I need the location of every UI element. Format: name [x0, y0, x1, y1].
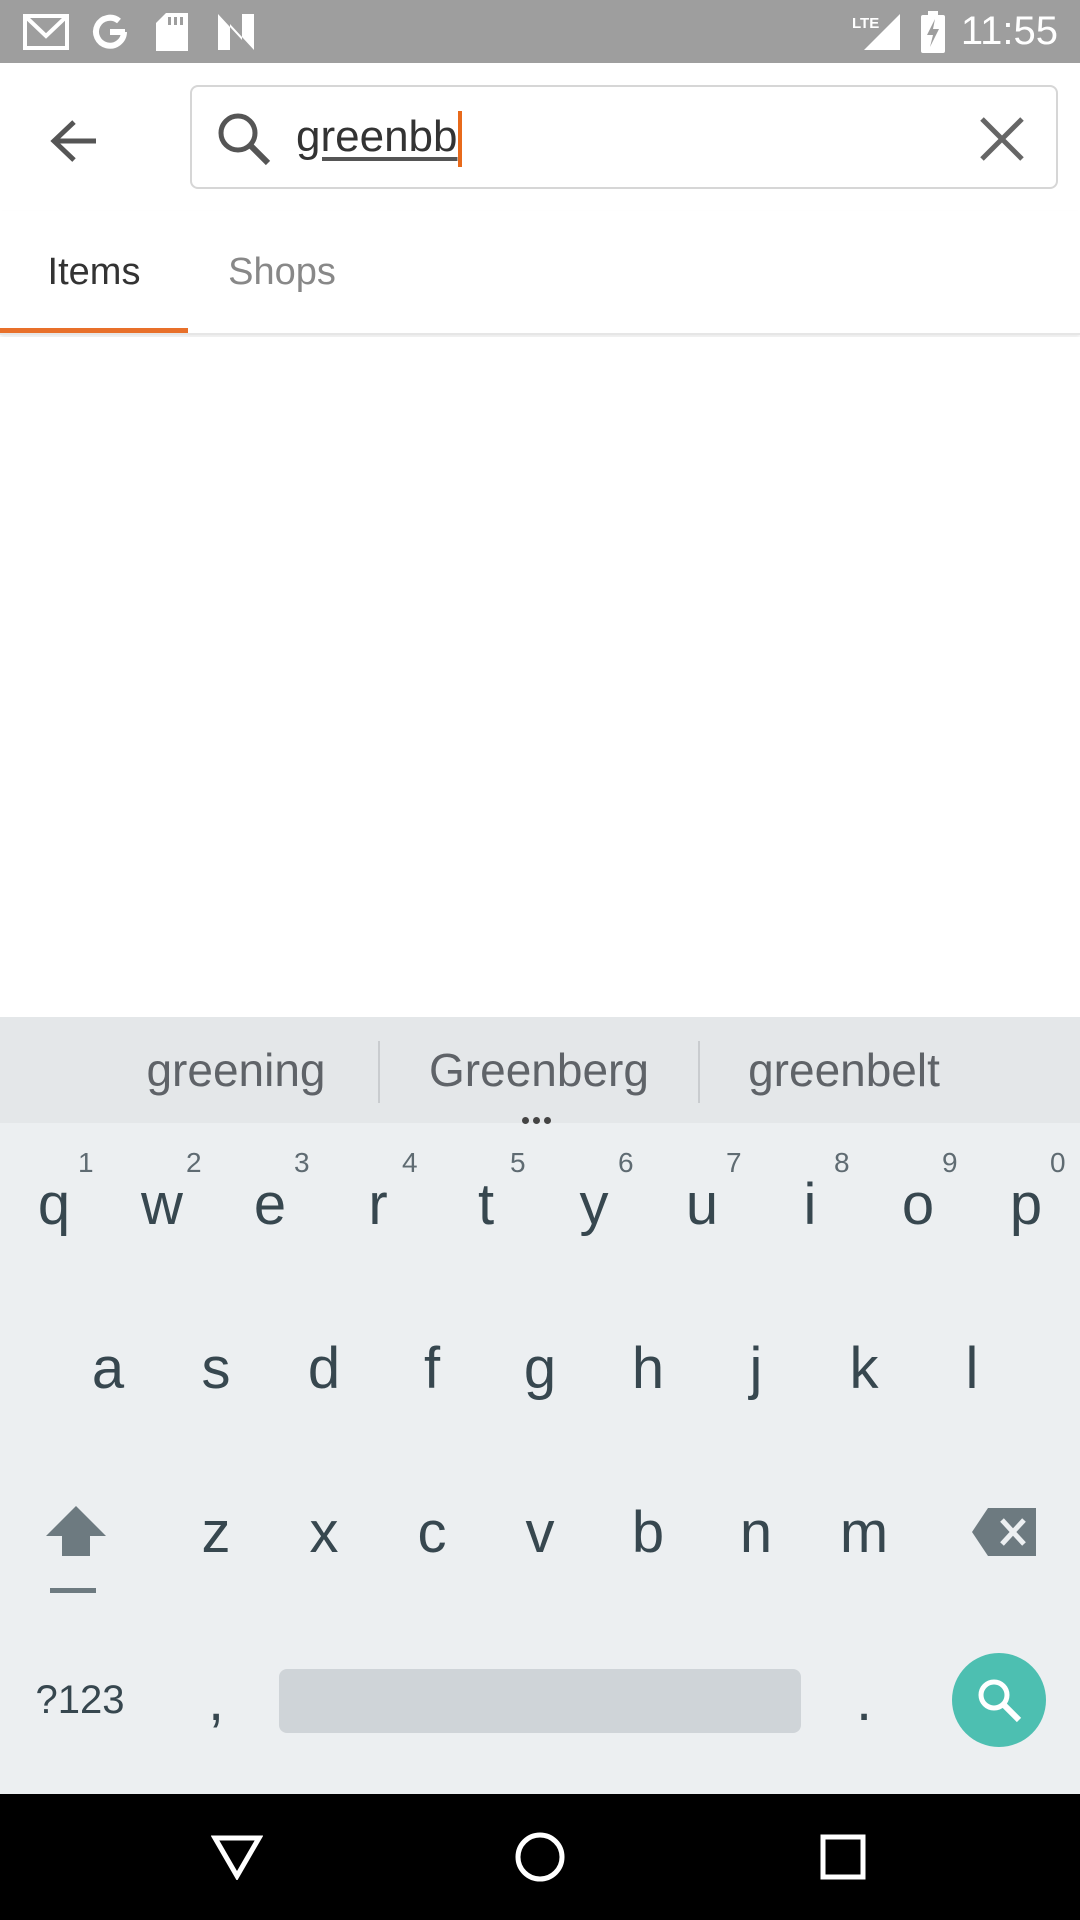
key-a[interactable]: a	[54, 1303, 162, 1433]
key-z[interactable]: z	[162, 1467, 270, 1597]
soft-keyboard: greening Greenberg greenbelt q 1 w 2 e 3…	[0, 1017, 1080, 1794]
search-input-value: greenbb	[296, 112, 458, 161]
hint-2: 2	[186, 1147, 202, 1178]
hint-4: 4	[402, 1147, 418, 1178]
key-x[interactable]: x	[270, 1467, 378, 1597]
back-button[interactable]	[36, 103, 112, 179]
status-bar: LTE 11:55	[0, 0, 1080, 63]
comma-key[interactable]: ,	[162, 1635, 270, 1765]
search-tabs: Items Shops	[0, 211, 1080, 335]
hint-7: 7	[726, 1147, 742, 1178]
search-input[interactable]: greenbb	[296, 87, 463, 187]
hint-3: 3	[294, 1147, 310, 1178]
text-caret	[458, 111, 463, 168]
key-c[interactable]: c	[378, 1467, 486, 1597]
status-time: 11:55	[960, 9, 1058, 53]
square-recents-icon	[820, 1834, 866, 1880]
backspace-key[interactable]	[950, 1467, 1058, 1597]
tab-indicator	[0, 328, 188, 333]
key-d[interactable]: d	[270, 1303, 378, 1433]
suggestion-strip: greening Greenberg greenbelt	[0, 1017, 1080, 1124]
shift-icon	[46, 1506, 106, 1556]
key-j[interactable]: j	[702, 1303, 810, 1433]
space-bar[interactable]	[279, 1669, 801, 1733]
suggestion-divider	[698, 1041, 700, 1103]
clear-search-button[interactable]	[972, 109, 1032, 169]
triangle-back-icon	[211, 1835, 263, 1880]
key-m[interactable]: m	[810, 1467, 918, 1597]
hint-6: 6	[618, 1147, 634, 1178]
key-s[interactable]: s	[162, 1303, 270, 1433]
circle-home-icon	[515, 1832, 565, 1882]
close-icon	[980, 117, 1024, 161]
signal-icon: LTE	[852, 10, 902, 54]
navigation-bar	[0, 1794, 1080, 1920]
suggestion-2[interactable]: Greenberg	[394, 1017, 684, 1123]
search-action-key[interactable]	[952, 1653, 1046, 1747]
arrow-back-icon	[50, 120, 96, 162]
key-b[interactable]: b	[594, 1467, 702, 1597]
hint-1: 1	[78, 1147, 94, 1178]
more-suggestions-icon	[522, 1111, 558, 1124]
search-icon	[218, 113, 271, 166]
hint-9: 9	[942, 1147, 958, 1178]
results-area	[0, 337, 1080, 1017]
key-f[interactable]: f	[378, 1303, 486, 1433]
key-l[interactable]: l	[918, 1303, 1026, 1433]
hint-5: 5	[510, 1147, 526, 1178]
search-icon	[978, 1679, 1022, 1723]
key-k[interactable]: k	[810, 1303, 918, 1433]
hint-8: 8	[834, 1147, 850, 1178]
shift-indicator	[50, 1588, 96, 1593]
tab-items[interactable]: Items	[0, 211, 188, 333]
search-box[interactable]: greenbb	[190, 85, 1058, 189]
shift-key[interactable]	[22, 1467, 130, 1597]
search-header: greenbb	[0, 63, 1080, 211]
nav-recents-button[interactable]	[808, 1822, 878, 1892]
nav-back-button[interactable]	[202, 1822, 272, 1892]
key-g[interactable]: g	[486, 1303, 594, 1433]
key-n[interactable]: n	[702, 1467, 810, 1597]
suggestion-divider	[378, 1041, 380, 1103]
suggestion-3[interactable]: greenbelt	[716, 1017, 972, 1123]
google-icon	[88, 10, 132, 54]
period-key[interactable]: .	[810, 1635, 918, 1765]
svg-text:LTE: LTE	[852, 15, 879, 32]
battery-charging-icon	[918, 10, 948, 54]
symbols-key[interactable]: ?123	[18, 1635, 142, 1765]
suggestion-1[interactable]: greening	[110, 1017, 362, 1123]
tab-shops[interactable]: Shops	[188, 211, 376, 333]
hint-0: 0	[1050, 1147, 1066, 1178]
key-h[interactable]: h	[594, 1303, 702, 1433]
nav-home-button[interactable]	[505, 1822, 575, 1892]
backspace-icon	[972, 1508, 1036, 1556]
sd-card-icon	[154, 10, 190, 54]
key-v[interactable]: v	[486, 1467, 594, 1597]
gmail-icon	[22, 10, 70, 54]
n-icon	[214, 10, 258, 54]
